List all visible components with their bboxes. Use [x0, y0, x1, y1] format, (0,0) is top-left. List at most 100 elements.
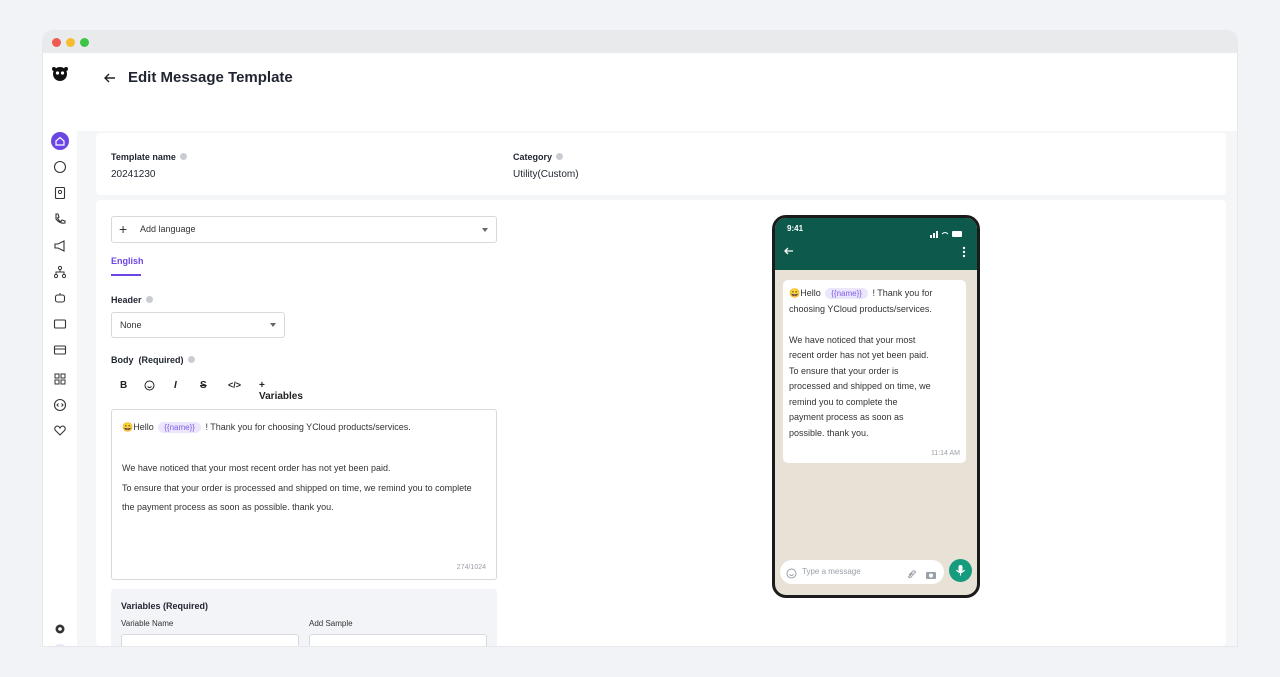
developer-icon[interactable]	[51, 396, 69, 414]
logo-icon[interactable]	[51, 65, 69, 83]
body-label-text: Body	[111, 355, 134, 365]
body-editor[interactable]: 😀Hello {{name}} ! Thank you for choosing…	[111, 409, 497, 580]
preview-line-2: choosing YCloud products/services.	[789, 304, 932, 314]
phone-time: 9:41	[787, 224, 804, 233]
preview-line-6: processed and shipped on time, we	[789, 381, 931, 391]
tab-active-indicator	[111, 274, 141, 276]
whatsapp-preview-phone: 9:41 😀Hello {{name}} ! Thank you for cho…	[772, 215, 980, 598]
maximize-window-button[interactable]	[80, 38, 89, 47]
chat-icon[interactable]	[51, 158, 69, 176]
message-placeholder: Type a message	[802, 567, 861, 576]
page-title: Edit Message Template	[128, 69, 293, 86]
tab-english[interactable]: English	[111, 256, 144, 266]
phone-chat-header: 9:41	[775, 218, 977, 270]
chevron-down-icon	[270, 323, 276, 327]
plus-icon: +	[119, 221, 128, 237]
attach-icon[interactable]	[906, 567, 917, 585]
close-window-button[interactable]	[52, 38, 61, 47]
microphone-button[interactable]	[949, 559, 972, 582]
emoji-icon[interactable]	[786, 566, 797, 584]
help-icon[interactable]	[145, 296, 153, 304]
header-select-value: None	[120, 320, 142, 330]
code-icon[interactable]: </>	[228, 380, 241, 390]
settings-gear-icon[interactable]	[51, 620, 69, 638]
variables-panel: Variables (Required) Variable Name Add S…	[111, 589, 497, 646]
preview-line-8: payment process as soon as	[789, 412, 904, 422]
preview-greeting: 😀Hello	[789, 288, 821, 298]
preview-line-9: possible. thank you.	[789, 428, 869, 438]
variable-name-input[interactable]	[121, 634, 299, 646]
header-select[interactable]: None	[111, 312, 285, 338]
body-line-1-text: ! Thank you for choosing YCloud products…	[205, 422, 411, 432]
header-label: Header	[111, 295, 153, 305]
flow-icon[interactable]	[51, 263, 69, 281]
template-name-value: 20241230	[111, 169, 156, 180]
phone-icon[interactable]	[51, 210, 69, 228]
variables-title: Variables (Required)	[121, 601, 209, 611]
body-line-3: To ensure that your order is processed a…	[122, 483, 472, 493]
title-bar	[43, 31, 1237, 53]
back-arrow-icon[interactable]	[102, 70, 118, 86]
phone-message-input[interactable]: Type a message	[780, 560, 944, 584]
italic-icon[interactable]: I	[174, 380, 177, 391]
add-language-label: Add language	[140, 224, 196, 234]
emoji-icon[interactable]	[144, 380, 155, 394]
body-required-text: (Required)	[138, 355, 184, 365]
signal-battery-icon	[930, 225, 964, 243]
category-label: Category	[513, 152, 564, 162]
body-line-2: We have noticed that your most recent or…	[122, 463, 391, 473]
phone-back-arrow-icon[interactable]	[783, 244, 795, 262]
phone-menu-icon[interactable]	[962, 245, 966, 263]
strikethrough-icon[interactable]: S	[200, 380, 207, 391]
preview-line-4: recent order has not yet been paid.	[789, 350, 929, 360]
ai-icon[interactable]	[51, 315, 69, 333]
minimize-window-button[interactable]	[66, 38, 75, 47]
character-counter: 274/1024	[456, 564, 486, 571]
variables-button-label: Variables	[259, 391, 303, 402]
help-icon[interactable]	[179, 153, 187, 161]
page-header: Edit Message Template	[77, 53, 1237, 131]
card-icon[interactable]	[51, 341, 69, 359]
template-name-label-text: Template name	[111, 152, 176, 162]
template-editor-card: + Add language English Header None Body …	[96, 200, 1226, 646]
category-value: Utility(Custom)	[513, 169, 579, 180]
app-window: S Edit Message Template Template name 20…	[43, 31, 1237, 646]
bold-icon[interactable]: B	[120, 380, 127, 391]
contacts-icon[interactable]	[51, 184, 69, 202]
category-label-text: Category	[513, 152, 553, 162]
message-bubble: 😀Hello {{name}} ! Thank you for choosing…	[783, 280, 966, 463]
sample-value-input[interactable]	[309, 634, 487, 646]
sidebar: S	[43, 53, 77, 646]
body-label: Body (Required)	[111, 355, 195, 365]
preview-variable-chip: {{name}}	[825, 288, 868, 299]
template-info-card: Template name 20241230 Category Utility(…	[96, 133, 1226, 195]
add-variables-button[interactable]: + Variables	[259, 380, 303, 402]
apps-icon[interactable]	[51, 370, 69, 388]
bot-icon[interactable]	[51, 289, 69, 307]
heart-icon[interactable]	[51, 421, 69, 439]
message-time: 11:14 AM	[930, 450, 960, 457]
help-icon[interactable]	[556, 153, 564, 161]
chevron-down-icon	[482, 228, 488, 232]
user-avatar[interactable]: S	[52, 644, 68, 646]
preview-line-5: To ensure that your order is	[789, 366, 899, 376]
add-language-select[interactable]: + Add language	[111, 216, 497, 243]
main-content: Edit Message Template Template name 2024…	[77, 53, 1237, 646]
preview-line-7: remind you to complete the	[789, 397, 898, 407]
body-greeting: 😀Hello	[122, 422, 154, 432]
help-icon[interactable]	[187, 356, 195, 364]
body-line-1: 😀Hello {{name}} ! Thank you for choosing…	[122, 422, 411, 433]
megaphone-icon[interactable]	[51, 237, 69, 255]
variable-name-header: Variable Name	[121, 619, 174, 628]
header-label-text: Header	[111, 295, 142, 305]
preview-line-1-text: ! Thank you for	[872, 288, 933, 298]
camera-icon[interactable]	[925, 567, 937, 585]
preview-line-1: 😀Hello {{name}} ! Thank you for	[789, 288, 932, 299]
preview-line-3: We have noticed that your most	[789, 335, 916, 345]
microphone-icon	[956, 565, 965, 576]
template-name-label: Template name	[111, 152, 187, 162]
home-icon[interactable]	[51, 132, 69, 150]
body-line-4: the payment process as soon as possible.…	[122, 502, 334, 512]
variable-chip[interactable]: {{name}}	[158, 422, 201, 433]
add-sample-header: Add Sample	[309, 619, 353, 628]
